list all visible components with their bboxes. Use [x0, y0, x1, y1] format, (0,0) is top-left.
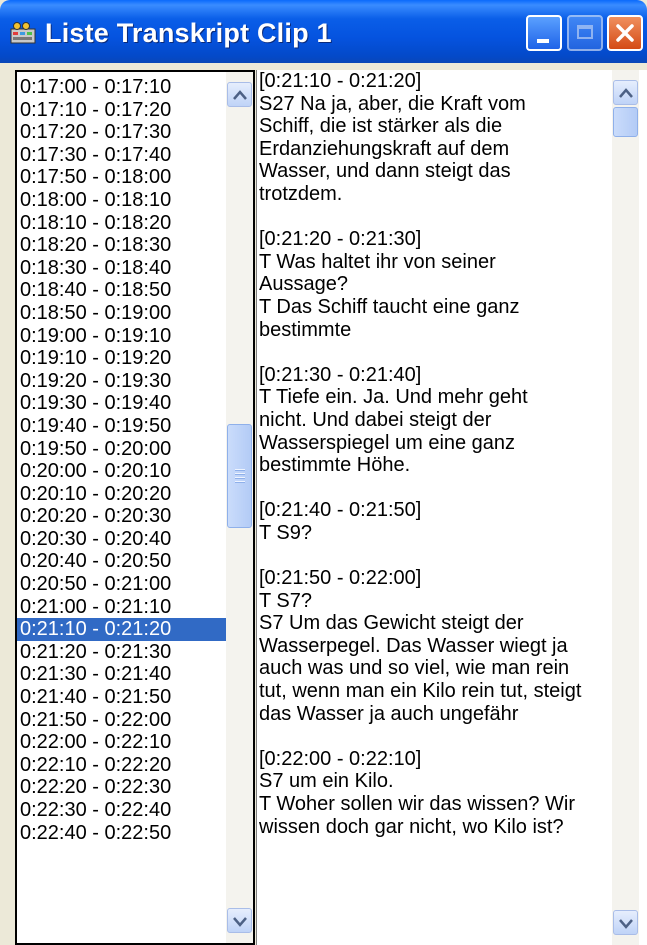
- segment-list-item[interactable]: 0:18:50 - 0:19:00: [17, 302, 227, 325]
- transcript-line: T Das Schiff taucht eine ganz: [259, 295, 520, 318]
- segment-list-item[interactable]: 0:21:50 - 0:22:00: [17, 709, 227, 732]
- segment-list-item[interactable]: 0:19:00 - 0:19:10: [17, 325, 227, 348]
- transcript-blank-line: [259, 341, 611, 364]
- transcript-line: auch was und so viel, wie man rein: [259, 657, 570, 680]
- segment-list-item[interactable]: 0:21:00 - 0:21:10: [17, 596, 227, 619]
- transcript-line: bestimmte: [259, 318, 352, 341]
- transcript-blank-line: [259, 725, 611, 748]
- window-title: Liste Transkript Clip 1: [45, 18, 332, 48]
- segment-list-item[interactable]: 0:22:20 - 0:22:30: [17, 776, 227, 799]
- maximize-button: [567, 15, 603, 51]
- transcript-line: Aussage?: [259, 273, 348, 296]
- transcript-text-area[interactable]: [0:21:10 - 0:21:20] S27 Na ja, aber, die …: [256, 70, 647, 945]
- transcript-scroll-thumb[interactable]: [613, 107, 638, 137]
- transcript-line: Wasser, und dann steigt das: [259, 160, 511, 183]
- segment-list-item[interactable]: 0:18:40 - 0:18:50: [17, 279, 227, 302]
- segment-list-item[interactable]: 0:21:20 - 0:21:30: [17, 641, 227, 664]
- transcript-scrollbar[interactable]: [612, 70, 639, 945]
- transcript-scroll-down-button[interactable]: [613, 910, 638, 935]
- segment-list-item[interactable]: 0:21:30 - 0:21:40: [17, 663, 227, 686]
- segment-list-item[interactable]: 0:18:30 - 0:18:40: [17, 257, 227, 280]
- segment-list-item[interactable]: 0:20:40 - 0:20:50: [17, 550, 227, 573]
- segment-list-item[interactable]: 0:21:10 - 0:21:20: [17, 618, 227, 641]
- chevron-up-icon: [233, 90, 247, 100]
- close-button[interactable]: [607, 15, 643, 51]
- segment-list-item[interactable]: 0:20:00 - 0:20:10: [17, 460, 227, 483]
- transcript-line: das Wasser ja auch ungefähr: [259, 702, 519, 725]
- scroll-down-button[interactable]: [227, 908, 252, 933]
- segment-list-item[interactable]: 0:22:40 - 0:22:50: [17, 822, 227, 845]
- close-icon: [616, 24, 634, 42]
- transcript-timestamp: [0:22:00 - 0:22:10]: [259, 747, 422, 770]
- segment-list-item[interactable]: 0:17:00 - 0:17:10: [17, 76, 227, 99]
- segment-list-item[interactable]: 0:17:30 - 0:17:40: [17, 144, 227, 167]
- segment-list-item[interactable]: 0:17:10 - 0:17:20: [17, 99, 227, 122]
- transcript-line: Wasserpegel. Das Wasser wiegt ja: [259, 634, 568, 657]
- chevron-down-icon: [233, 917, 247, 927]
- transcript-line: T S7?: [259, 589, 312, 612]
- transcript-line: T Tiefe ein. Ja. Und mehr geht: [259, 386, 528, 409]
- transcript-line: S27 Na ja, aber, die Kraft vom: [259, 92, 526, 115]
- segment-list-item[interactable]: 0:18:00 - 0:18:10: [17, 189, 227, 212]
- transcript-line: bestimmte Höhe.: [259, 454, 411, 477]
- transcript-line: nicht. Und dabei steigt der: [259, 408, 492, 431]
- segment-list-item[interactable]: 0:20:30 - 0:20:40: [17, 528, 227, 551]
- transcript-line: S7 Um das Gewicht steigt der: [259, 612, 524, 635]
- transcript-line: S7 um ein Kilo.: [259, 770, 394, 793]
- transcript-line: Schiff, die ist stärker als die: [259, 115, 503, 138]
- chevron-down-icon: [619, 919, 633, 929]
- transcript-line: wissen doch gar nicht, wo Kilo ist?: [259, 815, 564, 838]
- segment-list[interactable]: 0:17:00 - 0:17:10 0:17:10 - 0:17:20 0:17:2…: [15, 70, 255, 945]
- segment-list-item[interactable]: 0:22:00 - 0:22:10: [17, 731, 227, 754]
- transcript-list-window: Liste Transkript Clip 1 0:17:00 - 0:17:1…: [0, 0, 647, 945]
- segment-list-item[interactable]: 0:20:50 - 0:21:00: [17, 573, 227, 596]
- segment-list-item[interactable]: 0:19:50 - 0:20:00: [17, 438, 227, 461]
- segment-list-item[interactable]: 0:22:30 - 0:22:40: [17, 799, 227, 822]
- segment-list-item[interactable]: 0:22:10 - 0:22:20: [17, 754, 227, 777]
- transcript-blank-line: [259, 477, 611, 500]
- segment-list-scrollbar[interactable]: [226, 72, 253, 943]
- transcript-line: Erdanziehungskraft auf dem: [259, 137, 510, 160]
- segment-list-item[interactable]: 0:20:10 - 0:20:20: [17, 483, 227, 506]
- segment-list-item[interactable]: 0:19:40 - 0:19:50: [17, 415, 227, 438]
- title-bar[interactable]: Liste Transkript Clip 1: [0, 0, 647, 63]
- segment-list-item[interactable]: 0:17:20 - 0:17:30: [17, 121, 227, 144]
- segment-list-item[interactable]: 0:19:20 - 0:19:30: [17, 370, 227, 393]
- minimize-button[interactable]: [526, 15, 562, 51]
- segment-list-item[interactable]: 0:17:50 - 0:18:00: [17, 166, 227, 189]
- segment-list-item[interactable]: 0:19:10 - 0:19:20: [17, 347, 227, 370]
- transcript-timestamp: [0:21:30 - 0:21:40]: [259, 363, 422, 386]
- scroll-up-button[interactable]: [227, 82, 252, 107]
- chevron-up-icon: [619, 88, 633, 98]
- transcript-timestamp: [0:21:40 - 0:21:50]: [259, 499, 422, 522]
- transcript-line: Wasserspiegel um eine ganz: [259, 431, 516, 454]
- film-camera-icon: [10, 22, 36, 44]
- transcript-line: tut, wenn man ein Kilo rein tut, steigt: [259, 680, 582, 703]
- segment-list-item[interactable]: 0:18:20 - 0:18:30: [17, 234, 227, 257]
- transcript-line: T Was haltet ihr von seiner: [259, 250, 496, 273]
- transcript-timestamp: [0:21:10 - 0:21:20]: [259, 70, 422, 92]
- transcript-scroll-up-button[interactable]: [613, 80, 638, 105]
- segment-list-item[interactable]: 0:18:10 - 0:18:20: [17, 212, 227, 235]
- transcript-line: T S9?: [259, 521, 312, 544]
- segment-list-item[interactable]: 0:19:30 - 0:19:40: [17, 392, 227, 415]
- transcript-line: trotzdem.: [259, 182, 343, 205]
- transcript-text: [0:21:10 - 0:21:20] S27 Na ja, aber, die …: [257, 70, 611, 838]
- transcript-line: T Woher sollen wir das wissen? Wir: [259, 793, 576, 815]
- transcript-timestamp: [0:21:50 - 0:22:00]: [259, 567, 422, 590]
- transcript-blank-line: [259, 206, 611, 229]
- transcript-timestamp: [0:21:20 - 0:21:30]: [259, 228, 422, 251]
- segment-list-item[interactable]: 0:21:40 - 0:21:50: [17, 686, 227, 709]
- segment-list-item[interactable]: 0:20:20 - 0:20:30: [17, 505, 227, 528]
- transcript-blank-line: [259, 544, 611, 567]
- segment-list-items: 0:17:00 - 0:17:10 0:17:10 - 0:17:20 0:17:2…: [17, 76, 227, 844]
- scroll-thumb[interactable]: [227, 424, 252, 528]
